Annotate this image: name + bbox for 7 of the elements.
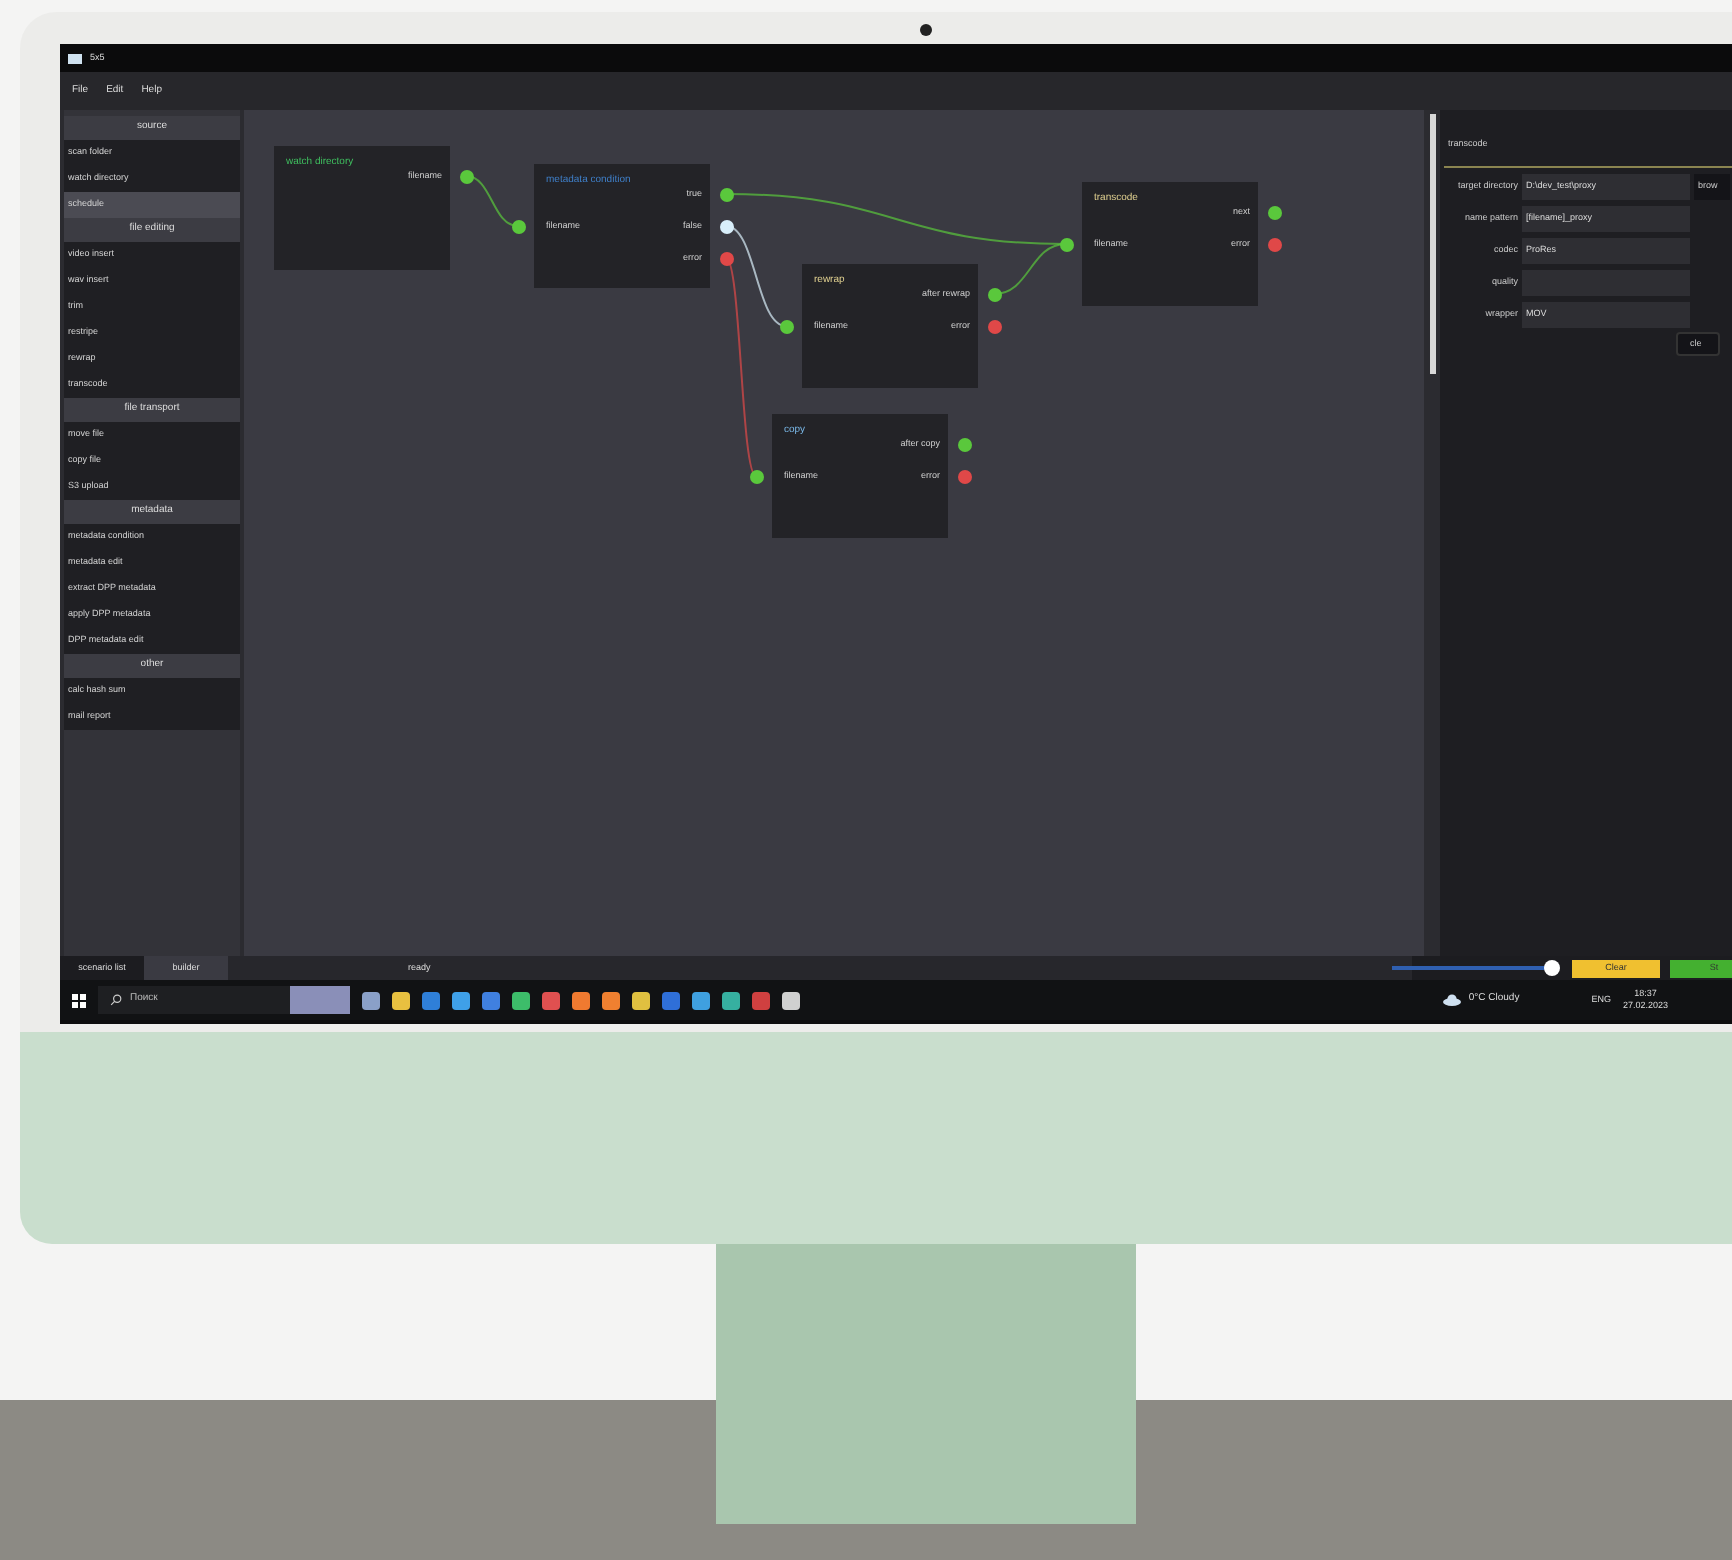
scrollbar[interactable] (1429, 114, 1435, 374)
cloud-icon (1442, 994, 1463, 1006)
slider-thumb[interactable] (1544, 960, 1560, 976)
windows-icon[interactable] (72, 993, 86, 1007)
app-icon (68, 53, 82, 63)
search-icon (110, 994, 122, 1006)
search-highlight-picture (290, 986, 350, 1014)
